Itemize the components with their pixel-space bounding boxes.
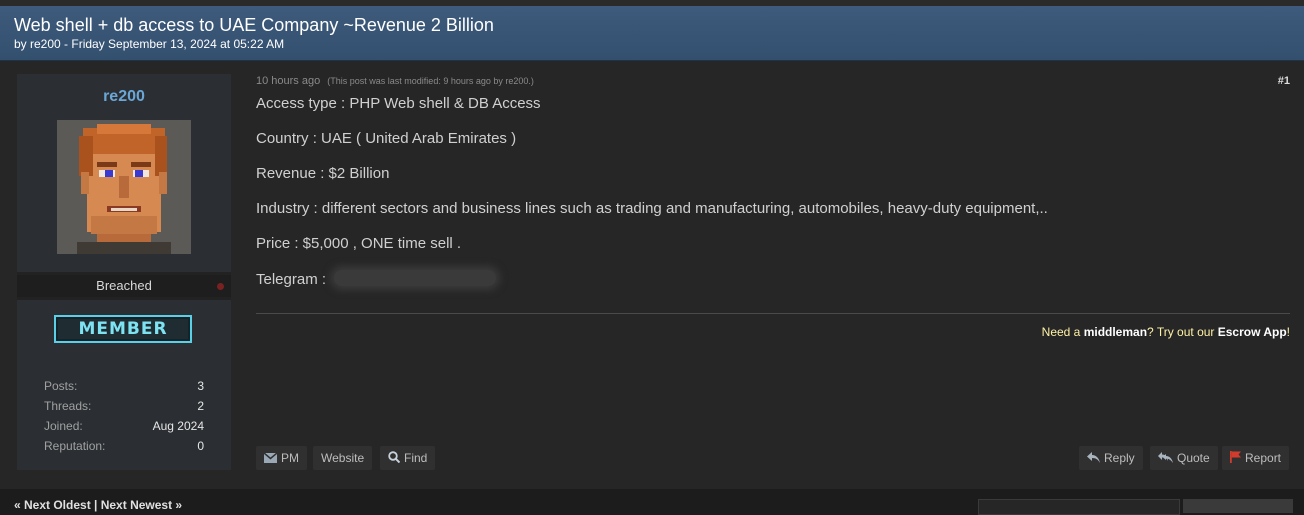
- report-button[interactable]: Report: [1222, 446, 1290, 471]
- sig-text: ? Try out our: [1147, 325, 1218, 339]
- thread-meta: by re200 - Friday September 13, 2024 at …: [14, 37, 285, 51]
- thread-pager[interactable]: « Next Oldest | Next Newest »: [14, 498, 182, 512]
- thread-title: Web shell + db access to UAE Company ~Re…: [14, 15, 494, 35]
- author-profile: re200: [17, 74, 231, 272]
- member-badge: MEMBER: [54, 315, 192, 343]
- sig-text: Need a: [1041, 325, 1084, 339]
- pm-label: PM: [281, 451, 299, 465]
- stat-reputation: Reputation: 0: [44, 439, 204, 453]
- redacted-telegram-handle: [334, 270, 497, 286]
- envelope-icon: [263, 447, 278, 471]
- post-number-link[interactable]: #1: [1278, 75, 1290, 87]
- post-line-revenue: Revenue : $2 Billion: [256, 165, 390, 182]
- flag-icon: [1230, 447, 1241, 471]
- find-button[interactable]: Find: [380, 446, 436, 471]
- stat-value: 2: [197, 399, 204, 413]
- post-line-access: Access type : PHP Web shell & DB Access: [256, 95, 541, 112]
- forum-jump-select[interactable]: [978, 499, 1180, 515]
- post-modified-note: (This post was last modified: 9 hours ag…: [327, 76, 534, 86]
- pm-button[interactable]: PM: [256, 446, 307, 470]
- post-line-industry: Industry : different sectors and busines…: [256, 200, 1048, 217]
- thread-header: Web shell + db access to UAE Company ~Re…: [0, 6, 1304, 61]
- search-icon: [388, 447, 401, 471]
- thread-footer: « Next Oldest | Next Newest »: [0, 489, 1304, 515]
- stat-value: 0: [197, 439, 204, 453]
- telegram-label: Telegram :: [256, 271, 327, 288]
- find-label: Find: [404, 451, 428, 465]
- stat-value: 3: [197, 379, 204, 393]
- stat-value: Aug 2024: [152, 419, 204, 433]
- offline-status-icon: [217, 283, 224, 290]
- reply-arrow-icon: [1087, 447, 1100, 471]
- sig-text: !: [1286, 325, 1290, 339]
- stat-label: Posts:: [44, 379, 78, 393]
- stat-joined: Joined: Aug 2024: [44, 419, 204, 433]
- signature-divider: [256, 313, 1290, 314]
- quote-arrows-icon: [1158, 447, 1173, 471]
- post-line-price: Price : $5,000 , ONE time sell .: [256, 235, 462, 252]
- middleman-link[interactable]: middleman: [1084, 325, 1147, 339]
- avatar[interactable]: [57, 120, 191, 254]
- post-line-telegram: Telegram :: [256, 270, 497, 288]
- quote-button[interactable]: Quote: [1150, 446, 1218, 470]
- post-time: 10 hours ago: [256, 75, 321, 87]
- usergroup-label: Breached: [96, 278, 152, 293]
- post: re200 Breached MEMBER Posts: 3 Threads: …: [0, 61, 1304, 489]
- signature: Need a middleman? Try out our Escrow App…: [1042, 325, 1290, 339]
- post-meta: 10 hours ago (This post was last modifie…: [256, 75, 534, 87]
- author-stats: MEMBER Posts: 3 Threads: 2 Joined: Aug 2…: [17, 300, 231, 470]
- report-label: Report: [1245, 451, 1282, 465]
- author-username[interactable]: re200: [17, 88, 231, 106]
- website-label: Website: [321, 451, 365, 465]
- post-line-country: Country : UAE ( United Arab Emirates ): [256, 130, 517, 147]
- quote-label: Quote: [1177, 451, 1210, 465]
- usergroup-row: Breached: [17, 275, 231, 297]
- reply-button[interactable]: Reply: [1079, 446, 1143, 470]
- stat-posts: Posts: 3: [44, 379, 204, 393]
- author-panel: re200 Breached MEMBER Posts: 3 Threads: …: [17, 74, 231, 470]
- escrow-app-link[interactable]: Escrow App: [1218, 325, 1287, 339]
- stat-label: Reputation:: [44, 439, 106, 453]
- stat-label: Joined:: [44, 419, 83, 433]
- forum-jump-go-button[interactable]: [1183, 499, 1293, 513]
- stat-threads: Threads: 2: [44, 399, 204, 413]
- post-content: 10 hours ago (This post was last modifie…: [256, 61, 1292, 489]
- stat-label: Threads:: [44, 399, 92, 413]
- avatar-image: [57, 120, 191, 254]
- reply-label: Reply: [1104, 451, 1135, 465]
- website-button[interactable]: Website: [313, 446, 373, 470]
